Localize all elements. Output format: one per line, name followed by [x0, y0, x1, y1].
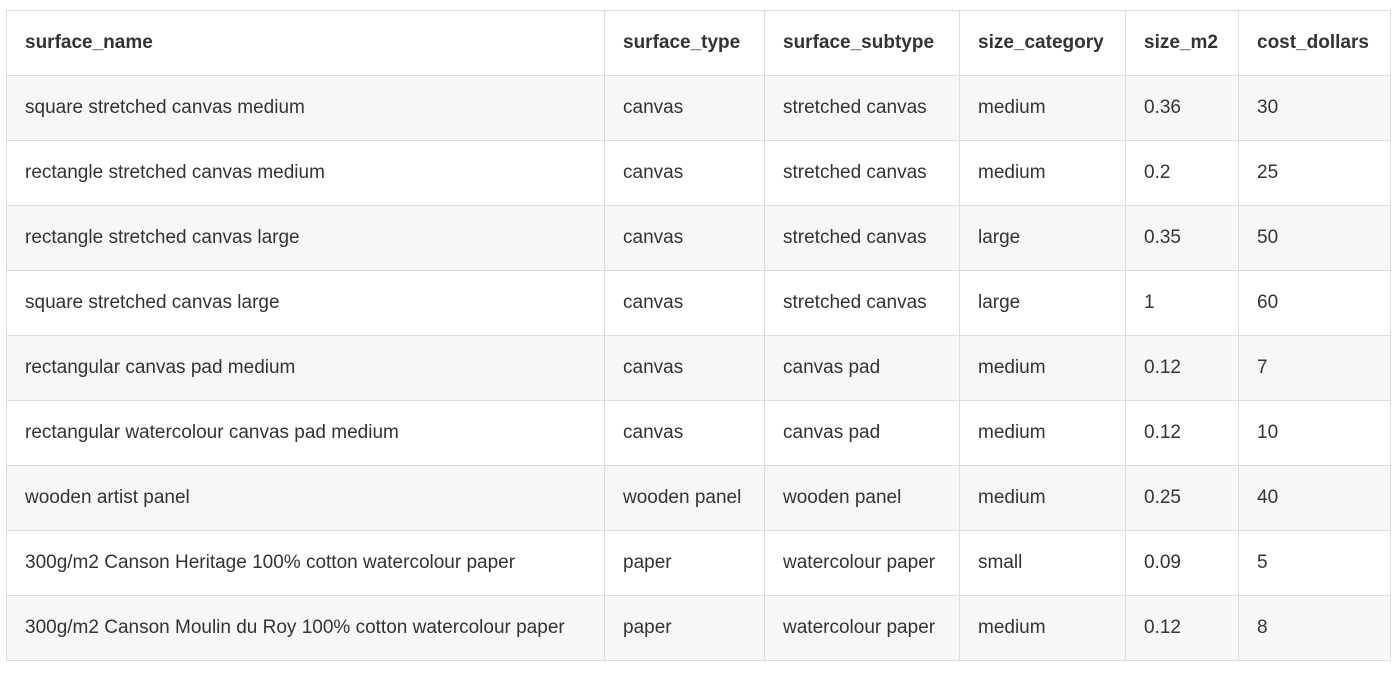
cell-size-category: medium [959, 595, 1126, 661]
cell-size-category: large [959, 270, 1126, 336]
cell-size-category: small [959, 530, 1126, 596]
data-table-container: surface_name surface_type surface_subtyp… [6, 10, 1391, 661]
cell-surface-type: canvas [604, 75, 765, 141]
cell-surface-name: wooden artist panel [6, 465, 605, 531]
cell-cost-dollars: 50 [1238, 205, 1391, 271]
cell-cost-dollars: 5 [1238, 530, 1391, 596]
cell-surface-subtype: canvas pad [764, 400, 960, 466]
cell-surface-subtype: watercolour paper [764, 595, 960, 661]
table-row: square stretched canvas medium canvas st… [6, 75, 1391, 141]
cell-surface-name: square stretched canvas large [6, 270, 605, 336]
cell-size-category: medium [959, 400, 1126, 466]
cell-cost-dollars: 60 [1238, 270, 1391, 336]
cell-surface-name: rectangle stretched canvas large [6, 205, 605, 271]
cell-surface-type: canvas [604, 400, 765, 466]
column-header-surface-subtype: surface_subtype [764, 10, 960, 76]
cell-surface-type: canvas [604, 140, 765, 206]
column-header-cost-dollars: cost_dollars [1238, 10, 1391, 76]
cell-surface-name: rectangle stretched canvas medium [6, 140, 605, 206]
surfaces-table: surface_name surface_type surface_subtyp… [6, 10, 1391, 661]
cell-surface-subtype: watercolour paper [764, 530, 960, 596]
table-row: rectangular canvas pad medium canvas can… [6, 335, 1391, 401]
cell-surface-type: canvas [604, 205, 765, 271]
cell-size-m2: 0.09 [1125, 530, 1239, 596]
cell-surface-subtype: stretched canvas [764, 140, 960, 206]
cell-size-category: large [959, 205, 1126, 271]
column-header-surface-type: surface_type [604, 10, 765, 76]
table-row: rectangle stretched canvas medium canvas… [6, 140, 1391, 206]
cell-surface-name: 300g/m2 Canson Heritage 100% cotton wate… [6, 530, 605, 596]
header-row: surface_name surface_type surface_subtyp… [6, 10, 1391, 76]
cell-surface-subtype: wooden panel [764, 465, 960, 531]
table-row: 300g/m2 Canson Moulin du Roy 100% cotton… [6, 595, 1391, 661]
cell-surface-subtype: stretched canvas [764, 205, 960, 271]
table-body: square stretched canvas medium canvas st… [6, 75, 1391, 661]
cell-surface-type: wooden panel [604, 465, 765, 531]
cell-surface-subtype: canvas pad [764, 335, 960, 401]
cell-surface-subtype: stretched canvas [764, 75, 960, 141]
cell-size-m2: 0.35 [1125, 205, 1239, 271]
table-row: square stretched canvas large canvas str… [6, 270, 1391, 336]
column-header-size-category: size_category [959, 10, 1126, 76]
cell-size-m2: 0.12 [1125, 400, 1239, 466]
cell-size-category: medium [959, 140, 1126, 206]
cell-size-m2: 1 [1125, 270, 1239, 336]
table-row: wooden artist panel wooden panel wooden … [6, 465, 1391, 531]
cell-cost-dollars: 25 [1238, 140, 1391, 206]
column-header-surface-name: surface_name [6, 10, 605, 76]
table-row: rectangle stretched canvas large canvas … [6, 205, 1391, 271]
cell-surface-name: 300g/m2 Canson Moulin du Roy 100% cotton… [6, 595, 605, 661]
cell-size-m2: 0.36 [1125, 75, 1239, 141]
cell-cost-dollars: 10 [1238, 400, 1391, 466]
cell-size-category: medium [959, 465, 1126, 531]
cell-surface-type: paper [604, 595, 765, 661]
column-header-size-m2: size_m2 [1125, 10, 1239, 76]
cell-surface-subtype: stretched canvas [764, 270, 960, 336]
cell-cost-dollars: 8 [1238, 595, 1391, 661]
cell-cost-dollars: 40 [1238, 465, 1391, 531]
cell-surface-name: rectangular canvas pad medium [6, 335, 605, 401]
table-row: rectangular watercolour canvas pad mediu… [6, 400, 1391, 466]
cell-size-category: medium [959, 335, 1126, 401]
table-header: surface_name surface_type surface_subtyp… [6, 10, 1391, 76]
cell-surface-type: paper [604, 530, 765, 596]
cell-surface-name: square stretched canvas medium [6, 75, 605, 141]
cell-surface-name: rectangular watercolour canvas pad mediu… [6, 400, 605, 466]
cell-size-category: medium [959, 75, 1126, 141]
cell-cost-dollars: 7 [1238, 335, 1391, 401]
cell-cost-dollars: 30 [1238, 75, 1391, 141]
cell-size-m2: 0.2 [1125, 140, 1239, 206]
cell-surface-type: canvas [604, 335, 765, 401]
cell-size-m2: 0.12 [1125, 595, 1239, 661]
cell-size-m2: 0.12 [1125, 335, 1239, 401]
cell-size-m2: 0.25 [1125, 465, 1239, 531]
table-row: 300g/m2 Canson Heritage 100% cotton wate… [6, 530, 1391, 596]
cell-surface-type: canvas [604, 270, 765, 336]
